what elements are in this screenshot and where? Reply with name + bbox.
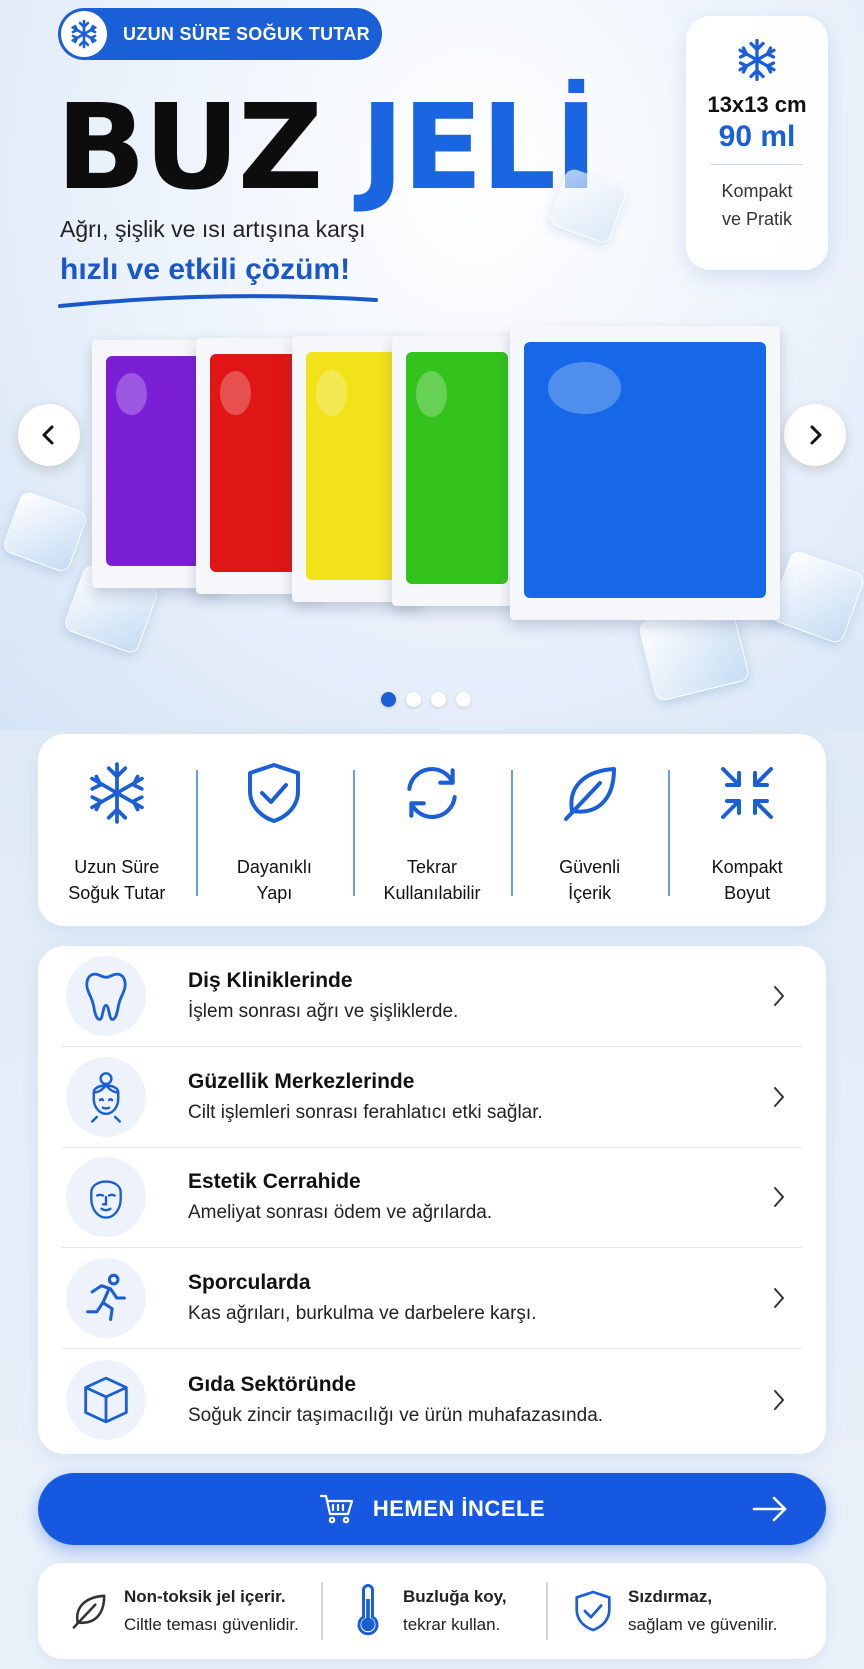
- box-icon: [66, 1359, 146, 1440]
- chevron-right-icon: [774, 1288, 784, 1309]
- runner-icon: [66, 1258, 146, 1339]
- gel-fill: [106, 356, 208, 566]
- ice-cube: [1, 489, 89, 575]
- shield-check-icon: [246, 754, 302, 832]
- use-case-desc: Ameliyat sonrası ödem ve ağrılarda.: [188, 1202, 493, 1224]
- feature-reusable: Tekrar Kullanılabilir: [353, 754, 511, 906]
- use-case-desc: Kas ağrıları, burkulma ve darbelere karş…: [188, 1303, 537, 1325]
- info-freezer: Buzluğa koy, tekrar kullan.: [321, 1576, 546, 1646]
- info-title: Buzluğa koy,: [403, 1587, 507, 1606]
- info-title: Sızdırmaz,: [628, 1587, 713, 1606]
- woman-face-icon: [66, 1056, 146, 1137]
- use-case-dental[interactable]: Diş Kliniklerinde İşlem sonrası ağrı ve …: [62, 946, 802, 1047]
- cta-label: HEMEN İNCELE: [372, 1496, 546, 1521]
- gel-fill: [406, 352, 508, 584]
- use-case-title: Sporcularda: [188, 1271, 311, 1295]
- thermometer-icon: [343, 1584, 393, 1638]
- chevron-right-icon: [774, 1187, 784, 1208]
- cart-icon: [319, 1494, 353, 1524]
- gel-pack: [510, 326, 780, 620]
- carousel-prev-button[interactable]: [18, 404, 80, 466]
- hemen-incele-button[interactable]: HEMEN İNCELE: [38, 1473, 826, 1545]
- spec-volume: 90 ml: [718, 120, 796, 153]
- refresh-icon: [399, 754, 465, 832]
- gel-fill: [524, 342, 766, 598]
- snowflake-icon: [61, 11, 107, 57]
- use-case-title: Estetik Cerrahide: [188, 1170, 361, 1194]
- feature-label: Tekrar Kullanılabilir: [383, 857, 481, 903]
- snowflake-icon: [84, 754, 150, 832]
- cold-badge: UZUN SÜRE SOĞUK TUTAR: [58, 8, 382, 60]
- chevron-right-icon: [774, 985, 784, 1006]
- carousel-dots: [381, 692, 471, 707]
- feature-label: Dayanıklı Yapı: [236, 857, 312, 903]
- use-case-desc: Soğuk zincir taşımacılığı ve ürün muhafa…: [188, 1404, 604, 1426]
- use-case-title: Gıda Sektöründe: [188, 1372, 357, 1396]
- use-case-desc: İşlem sonrası ağrı ve şişliklerde.: [188, 1000, 459, 1022]
- page-title: BUZ JELİ: [56, 88, 598, 206]
- carousel-dot[interactable]: [381, 692, 396, 707]
- product-image: [92, 320, 792, 620]
- spec-size: 13x13 cm: [707, 92, 807, 117]
- snowflake-icon: [686, 36, 828, 84]
- info-bar: Non-toksik jel içerir. Ciltle teması güv…: [38, 1563, 826, 1659]
- use-case-title: Diş Kliniklerinde: [188, 968, 353, 992]
- use-case-desc: Cilt işlemleri sonrası ferahlatıcı etki …: [188, 1101, 543, 1123]
- badge-label: UZUN SÜRE SOĞUK TUTAR: [123, 23, 370, 44]
- feature-safe: Güvenli İçerik: [510, 754, 669, 906]
- leaf-icon: [64, 1591, 114, 1631]
- subtitle-highlight: hızlı ve etkili çözüm!: [60, 253, 351, 286]
- use-cases-list: Diş Kliniklerinde İşlem sonrası ağrı ve …: [38, 946, 826, 1454]
- spec-desc-line2: ve Pratik: [721, 209, 793, 229]
- underline-swoosh: [58, 294, 378, 308]
- info-title: Non-toksik jel içerir.: [124, 1587, 286, 1606]
- face-icon: [66, 1157, 146, 1238]
- chevron-right-icon: [774, 1389, 784, 1410]
- info-desc: tekrar kullan.: [403, 1615, 501, 1634]
- feature-cold: Uzun Süre Soğuk Tutar: [38, 754, 196, 906]
- spec-desc-line1: Kompakt: [721, 181, 793, 201]
- spec-divider: [711, 164, 803, 165]
- chevron-left-icon: [42, 425, 54, 445]
- carousel-dot[interactable]: [431, 692, 446, 707]
- info-non-toxic: Non-toksik jel içerir. Ciltle teması güv…: [38, 1576, 321, 1646]
- gel-pack: [392, 336, 522, 606]
- feature-compact: Kompakt Boyut: [668, 754, 826, 906]
- features-card: Uzun Süre Soğuk Tutar Dayanıklı Yapı Tek…: [38, 734, 826, 926]
- tooth-icon: [66, 955, 146, 1036]
- feature-label: Kompakt Boyut: [711, 857, 783, 903]
- title-buz: BUZ: [56, 78, 323, 216]
- use-case-food[interactable]: Gıda Sektöründe Soğuk zincir taşımacılığ…: [62, 1349, 802, 1450]
- shield-check-icon: [568, 1589, 618, 1633]
- carousel-dot[interactable]: [456, 692, 471, 707]
- subtitle: Ağrı, şişlik ve ısı artışına karşı: [60, 216, 366, 242]
- leaf-icon: [560, 754, 620, 832]
- compress-icon: [717, 754, 777, 832]
- use-case-surgery[interactable]: Estetik Cerrahide Ameliyat sonrası ödem …: [62, 1148, 802, 1249]
- carousel-dot[interactable]: [406, 692, 421, 707]
- arrow-right-icon: [752, 1496, 787, 1522]
- hero-banner: UZUN SÜRE SOĞUK TUTAR BUZ JELİ Ağrı, şiş…: [0, 0, 864, 730]
- spec-card: 13x13 cm 90 ml Kompakt ve Pratik: [686, 16, 828, 270]
- info-desc: sağlam ve güvenilir.: [628, 1615, 778, 1634]
- chevron-right-icon: [810, 425, 822, 445]
- feature-durable: Dayanıklı Yapı: [195, 754, 354, 906]
- info-leakproof: Sızdırmaz, sağlam ve güvenilir.: [546, 1576, 826, 1646]
- use-case-sports[interactable]: Sporcularda Kas ağrıları, burkulma ve da…: [62, 1248, 802, 1350]
- use-case-title: Güzellik Merkezlerinde: [188, 1069, 415, 1093]
- feature-label: Güvenli İçerik: [559, 857, 621, 903]
- feature-label: Uzun Süre Soğuk Tutar: [68, 857, 166, 903]
- chevron-right-icon: [774, 1086, 784, 1107]
- info-desc: Ciltle teması güvenlidir.: [124, 1615, 299, 1634]
- carousel-next-button[interactable]: [784, 404, 846, 466]
- use-case-beauty[interactable]: Güzellik Merkezlerinde Cilt işlemleri so…: [62, 1047, 802, 1148]
